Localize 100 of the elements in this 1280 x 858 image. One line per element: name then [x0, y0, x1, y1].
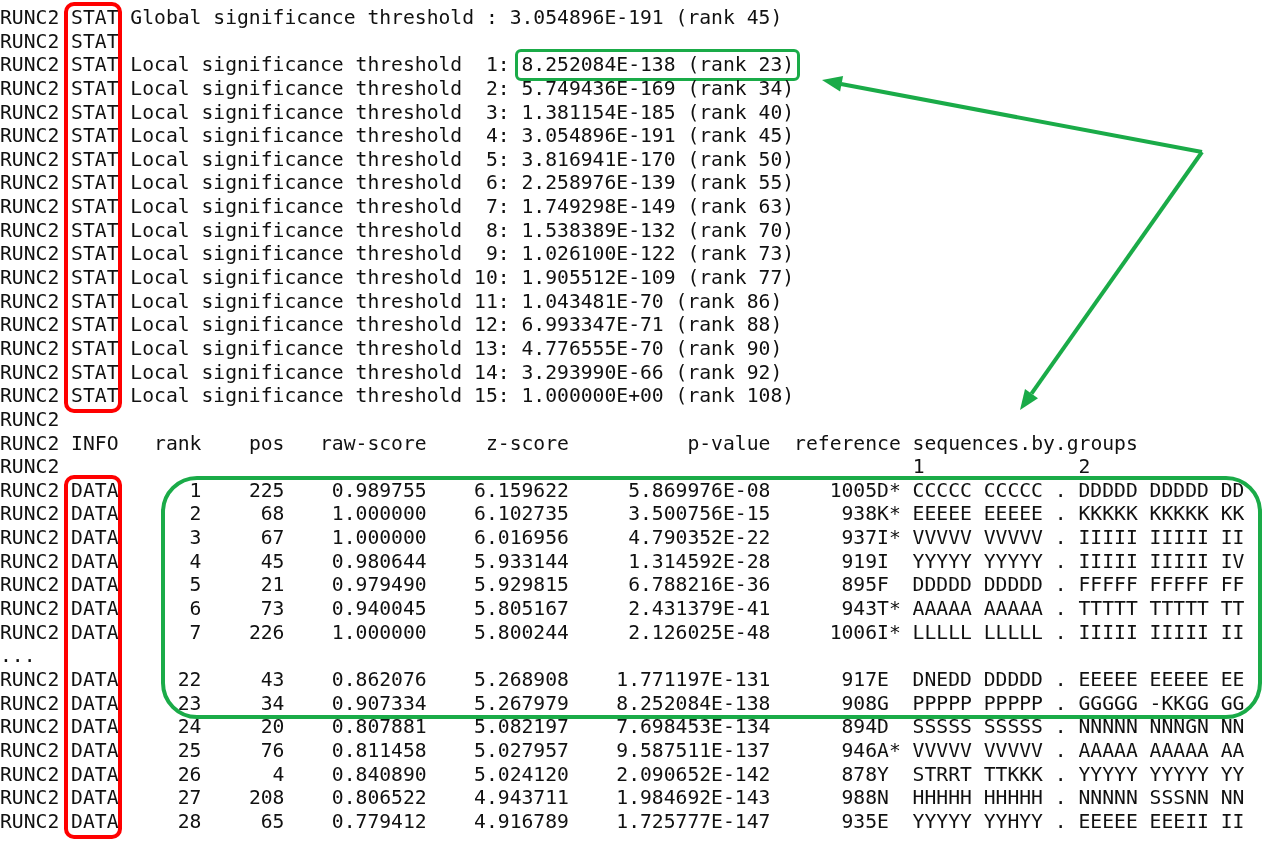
line-source: RUNC2	[0, 147, 60, 172]
line-source: RUNC2	[0, 786, 60, 810]
sequence-cell: HHHHH HHHHH	[912, 786, 1043, 810]
line-source: RUNC2	[0, 29, 60, 54]
line-source: RUNC2	[0, 407, 60, 432]
line-tag: DATA	[71, 715, 119, 739]
p-value-cell-text: 2.090652E-142	[615, 762, 771, 787]
p-value-cell-text: 3.500756E-15	[627, 502, 771, 527]
threshold-value: 6.993347E-71 (rank 88)	[521, 313, 783, 337]
raw-score-cell-text: 1.000000	[330, 526, 427, 550]
line-source: RUNC2	[0, 597, 60, 621]
group-separator: .	[1054, 549, 1067, 574]
line-tag: STAT	[71, 171, 119, 196]
z-score-cell-text: 5.929815	[473, 573, 569, 597]
raw-score-cell-text: 0.862076	[330, 667, 427, 692]
line-tag: STAT	[71, 336, 119, 361]
threshold-value: 1.043481E-70 (rank 86)	[521, 289, 783, 314]
raw-score-cell-text: 0.980644	[330, 549, 427, 574]
threshold-index: 14:	[474, 360, 510, 385]
rank-cell-text: 5	[188, 573, 202, 597]
line-source: RUNC2	[0, 738, 60, 763]
line-source: RUNC2	[0, 549, 60, 574]
threshold-label: Local significance threshold	[130, 289, 463, 314]
reference-cell-text: 908G	[840, 691, 889, 716]
line-tag: INFO	[71, 431, 119, 456]
threshold-label: Local significance threshold	[130, 76, 463, 101]
raw-score-cell-text: 0.807881	[330, 715, 427, 739]
threshold-label: Local significance threshold	[130, 53, 463, 77]
line-source: RUNC2	[0, 384, 60, 408]
z-score-cell-text: 5.268908	[473, 667, 569, 692]
group-separator: .	[1054, 502, 1067, 527]
z-score-cell-text: 5.082197	[473, 715, 569, 739]
z-score-cell-text: 5.027957	[473, 738, 569, 763]
line-source: RUNC2	[0, 620, 60, 645]
line-tag: STAT	[71, 360, 119, 385]
threshold-value: 1.026100E-122 (rank 73)	[521, 242, 795, 267]
rank-cell-text: 22	[176, 667, 202, 692]
z-score-cell-text: 5.267979	[473, 691, 569, 716]
threshold-label: Local significance threshold	[130, 100, 463, 125]
group-separator: .	[1054, 762, 1067, 787]
position-cell-text: 43	[259, 667, 285, 692]
sequence-cell: AAAAA AAAAA	[912, 597, 1043, 621]
line-tag: DATA	[71, 786, 119, 810]
p-value-cell-text: 6.788216E-36	[627, 573, 771, 597]
threshold-label: Local significance threshold	[130, 336, 463, 361]
rank-cell-text: 25	[176, 738, 202, 763]
line-source: RUNC2	[0, 667, 60, 692]
raw-score-cell-text: 0.806522	[330, 786, 427, 810]
reference-suffix: *	[888, 620, 901, 645]
position-cell-text: 76	[259, 738, 285, 763]
column-header: reference	[793, 431, 901, 456]
position-cell-text: 208	[247, 786, 285, 810]
group-separator: .	[1054, 738, 1067, 763]
threshold-value: 3.293990E-66 (rank 92)	[521, 360, 783, 385]
threshold-index: 8:	[484, 218, 510, 243]
sequence-cell: DDDDD DDDDD	[912, 573, 1043, 597]
p-value-cell-text: 2.431379E-41	[627, 597, 771, 621]
group-separator: .	[1054, 809, 1067, 834]
reference-suffix: *	[888, 502, 901, 527]
sequence-cell: GGGGG -KKGG GG	[1078, 691, 1245, 716]
line-tag: STAT	[71, 218, 119, 243]
sequence-cell: PPPPP PPPPP	[912, 691, 1043, 716]
threshold-index: 3:	[484, 100, 510, 125]
line-source: RUNC2	[0, 478, 60, 503]
column-header: p-value	[686, 431, 771, 456]
line-tag: DATA	[71, 478, 119, 503]
z-score-cell-text: 6.016956	[473, 526, 569, 550]
reference-cell-text: 878Y	[840, 762, 889, 787]
threshold-index: 6:	[484, 171, 510, 196]
line-tag: STAT	[71, 289, 119, 314]
threshold-index: 1:	[484, 53, 510, 77]
sequence-cell: EEEEE EEEEE	[912, 502, 1043, 527]
group-separator: .	[1054, 597, 1067, 621]
group-separator: .	[1054, 667, 1067, 692]
reference-cell-text: 917E	[840, 667, 889, 692]
reference-cell-text: 1006I	[828, 620, 889, 645]
position-cell-text: 73	[259, 597, 285, 621]
position-cell-text: 45	[259, 549, 285, 574]
rank-cell-text: 27	[176, 786, 202, 810]
threshold-value: 1.905512E-109 (rank 77)	[521, 266, 795, 290]
line-source: RUNC2	[0, 242, 60, 267]
column-header: sequences.by.groups	[912, 431, 1138, 456]
rank-cell-text: 1	[188, 478, 202, 503]
line-source: RUNC2	[0, 76, 60, 101]
group-separator: .	[1054, 478, 1067, 503]
threshold-label: Local significance threshold	[130, 360, 463, 385]
line-tag: DATA	[71, 502, 119, 527]
threshold-value: 1.000000E+00 (rank 108)	[521, 384, 795, 408]
threshold-label: Local significance threshold	[130, 384, 463, 408]
column-header: rank	[153, 431, 202, 456]
line-tag: DATA	[71, 573, 119, 597]
threshold-index: 4:	[484, 124, 510, 148]
sequence-cell: EEEEE EEEII II	[1078, 809, 1245, 834]
line-tag: STAT	[71, 195, 119, 219]
sequence-cell: STRRT TTKKK	[912, 762, 1043, 787]
sequence-cell: IIIII IIIII II	[1078, 526, 1245, 550]
line-tag: DATA	[71, 549, 119, 574]
threshold-index: 7:	[484, 195, 510, 219]
threshold-index: 15:	[474, 384, 510, 408]
line-source: RUNC2	[0, 502, 60, 527]
